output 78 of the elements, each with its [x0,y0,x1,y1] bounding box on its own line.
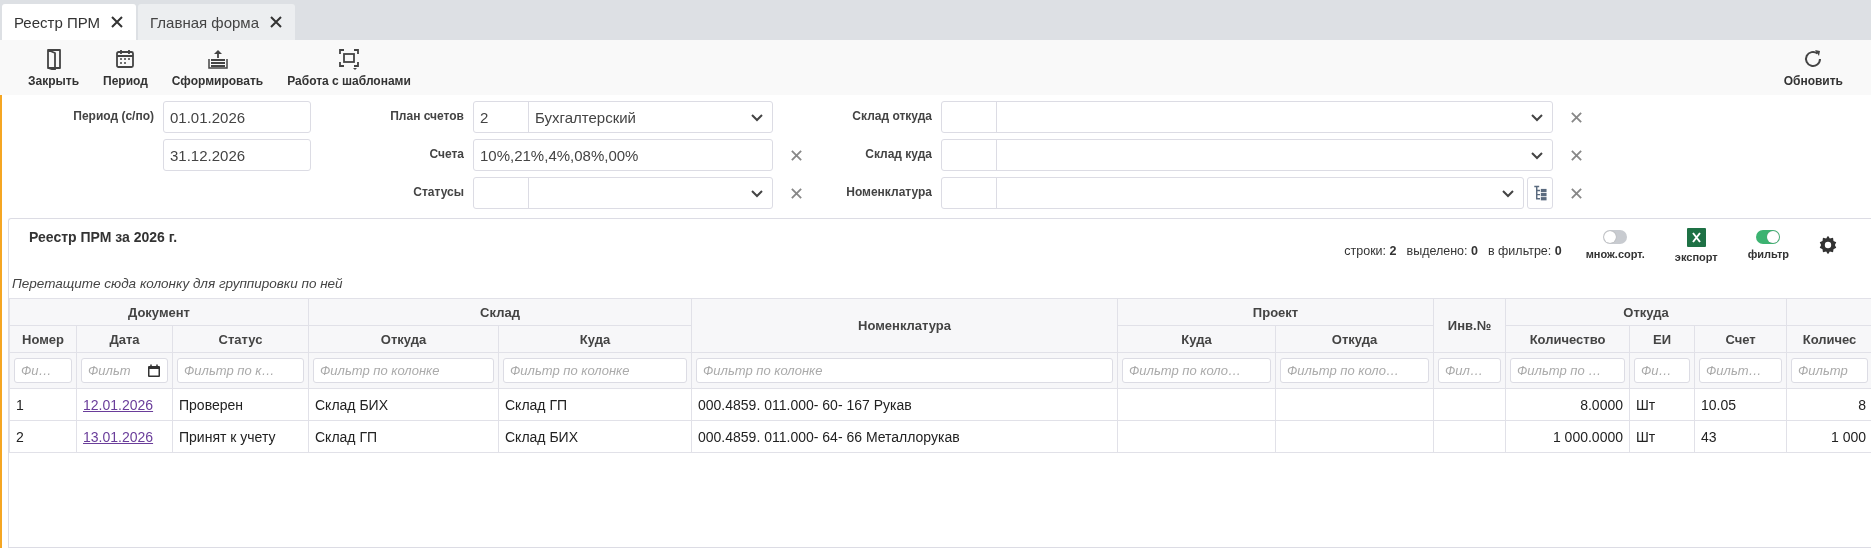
table-cell: Шт [1629,388,1695,421]
toggle-switch[interactable]: множ.сорт. [1579,230,1651,260]
table-cell: 000.4859. 011.000- 60- 167 Рукав [691,388,1118,421]
column-header[interactable]: Откуда [308,325,499,353]
table-cell: 43 [1694,420,1787,453]
settings-icon[interactable] [1817,234,1839,256]
table-cell: Шт [1629,420,1695,453]
column-header[interactable]: Номенклатура [691,298,1118,353]
column-group-header: Проект [1117,298,1434,326]
table-cell: Принят к учету [172,420,309,453]
table-cell: 000.4859. 011.000- 64- 66 Металлорукав [691,420,1118,453]
column-header[interactable]: Статус [172,325,309,353]
toolbar-button[interactable]: Закрыть [24,43,84,92]
column-header[interactable]: Инв.№ [1433,298,1506,353]
group-hint: Перетащите сюда колонку для группировки по ней [11,275,344,293]
field-label: Статусы [412,184,464,201]
column-header[interactable]: Номер [9,325,77,353]
table-cell: 2 [9,420,77,453]
table-cell: Склад ГП [498,388,692,421]
stat-text: строки: 2 [1344,244,1397,258]
close-icon[interactable] [110,15,125,29]
input-field[interactable]: 01.01.2026 [163,101,311,133]
table-cell: Склад БИХ [308,388,499,421]
table-cell: Склад ГП [308,420,499,453]
input-field[interactable]: 31.12.2026 [163,139,311,171]
tree-list-icon [1531,184,1549,202]
clear-icon[interactable] [789,186,803,200]
column-header[interactable]: Количество [1505,325,1630,353]
spreadsheet-icon [1686,227,1706,247]
calendar-icon[interactable] [147,363,161,378]
toolbar-button[interactable]: Работа с шаблонами [283,43,415,92]
stat-text: в фильтре: 0 [1487,244,1562,258]
tree-button[interactable] [1527,177,1553,209]
calendar-icon [114,47,137,70]
table-cell: Склад БИХ [498,420,692,453]
stat-text: выделено: 0 [1406,244,1478,258]
column-header[interactable]: Куда [1117,325,1276,353]
column-header[interactable]: Дата [76,325,173,353]
clear-icon[interactable] [1569,148,1583,162]
column-group-header: Склад [308,298,692,326]
dropdown-field[interactable]: 2 Бухгалтерский [473,101,773,133]
field-label: Склад откуда [851,108,932,125]
toolbar-button[interactable]: Период [99,43,152,92]
upload-list-icon [206,47,229,70]
field-label: Счета [428,146,464,163]
column-group-header: Откуда [1505,298,1787,326]
field-label: Склад куда [864,146,932,163]
field-label: Период (с/по) [72,108,154,125]
tab[interactable]: Реестр ПРМ [2,4,137,40]
column-header[interactable]: Откуда [1275,325,1434,353]
dropdown-field[interactable] [941,101,1553,133]
clear-icon[interactable] [1569,186,1583,200]
column-group-header: Документ [9,298,309,326]
dropdown-field[interactable] [941,177,1524,209]
table-cell: 8.0000 [1505,388,1630,421]
close-icon[interactable] [269,15,283,29]
clear-icon[interactable] [1569,110,1583,124]
clear-icon[interactable] [789,148,803,162]
toolbar-button[interactable]: Сформировать [167,43,268,92]
column-header[interactable]: ЕИ [1629,325,1695,353]
table-cell: 10.05 [1694,388,1787,421]
field-label: Номенклатура [845,184,932,201]
dropdown-field[interactable] [473,177,773,209]
table-cell: 1 000.0000 [1505,420,1630,453]
column-header[interactable]: Куда [498,325,692,353]
template-frame-icon [338,47,361,70]
grid-title: Реестр ПРМ за 2026 г. [28,228,178,247]
field-label: План счетов [389,108,464,125]
dropdown-field[interactable] [941,139,1553,171]
table-cell: 1 [9,388,77,421]
export-button[interactable]: экспорт [1668,227,1724,263]
toggle-switch[interactable]: фильтр [1741,230,1795,260]
toolbar-button[interactable]: Обновить [1779,43,1847,92]
input-field[interactable]: 10%,21%,4%,08%,00% [473,139,773,171]
column-header[interactable]: Счет [1694,325,1787,353]
tab[interactable]: Главная форма [138,4,295,40]
table-cell: Проверен [172,388,309,421]
column-header[interactable]: Количес [1786,325,1871,353]
